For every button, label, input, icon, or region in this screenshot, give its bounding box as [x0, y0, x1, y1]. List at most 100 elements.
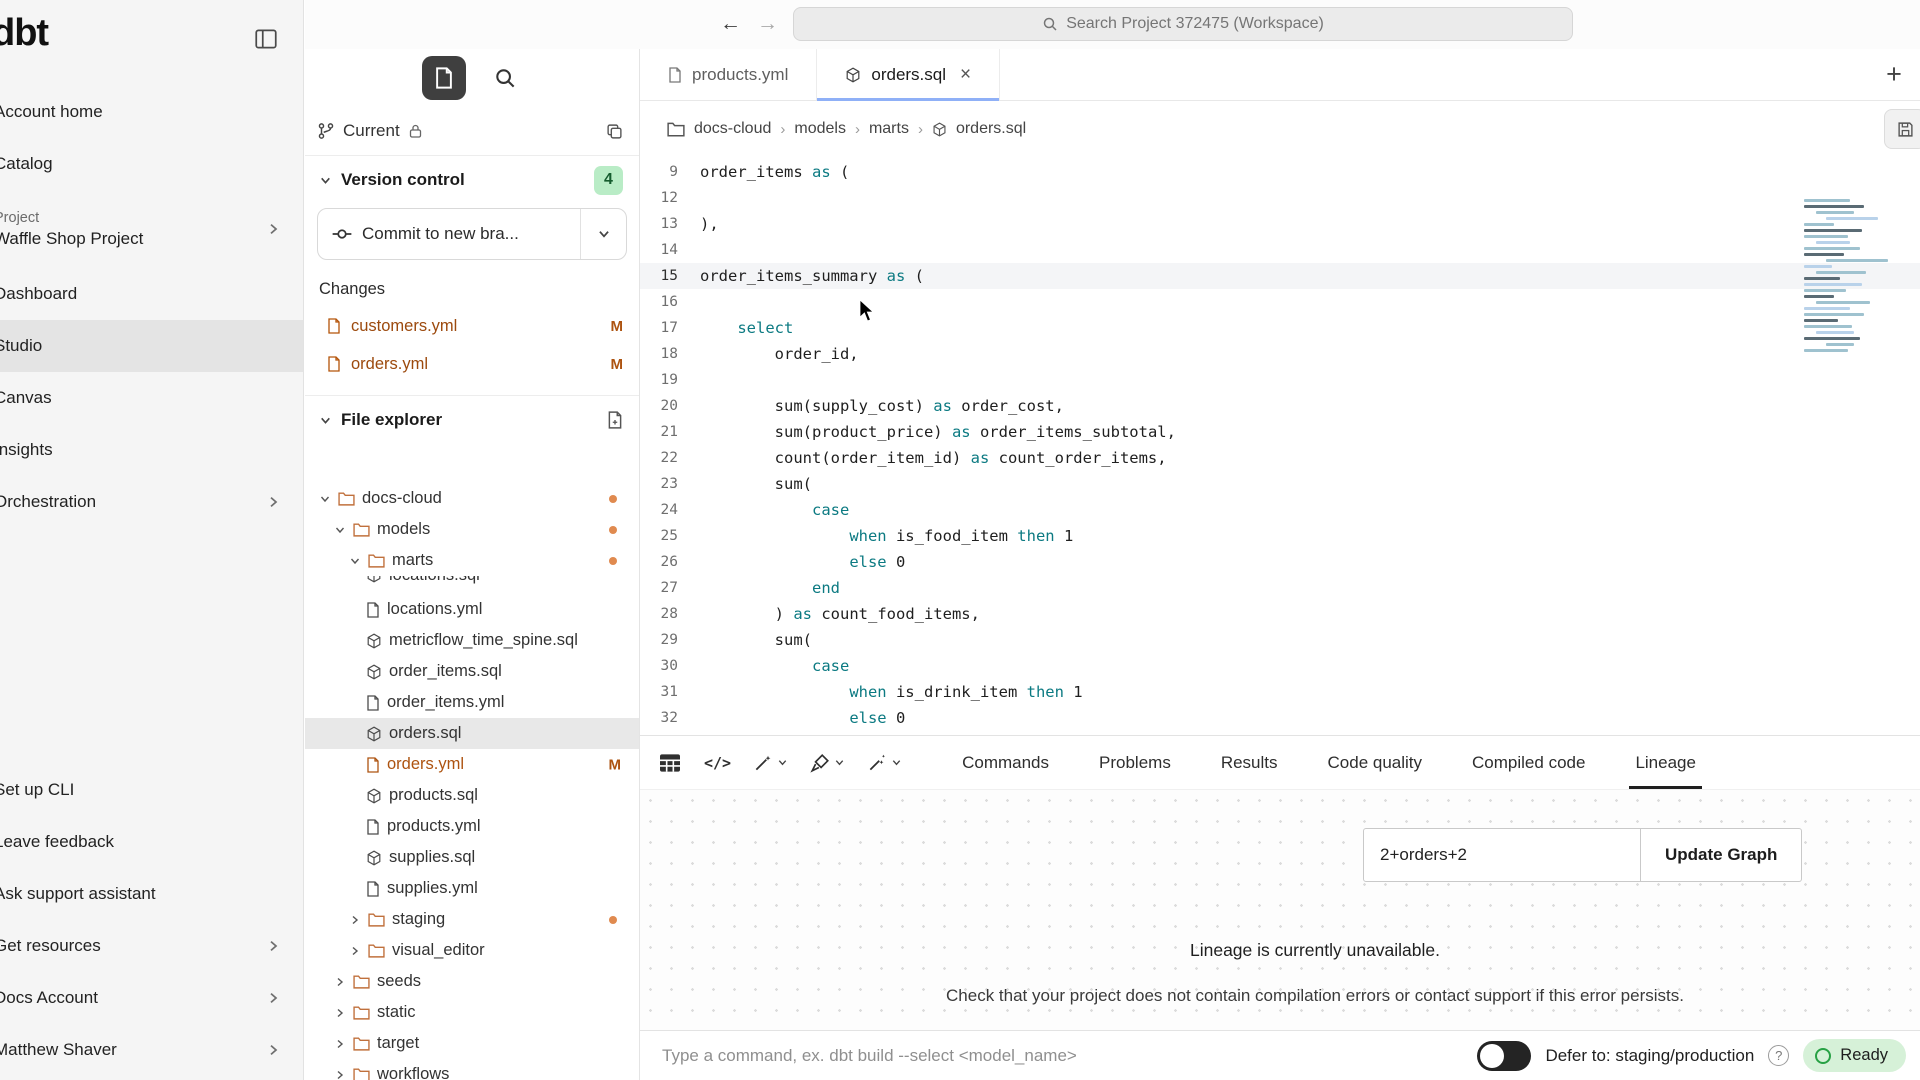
tree-item-seeds[interactable]: seeds — [305, 966, 639, 997]
code-line-28[interactable]: 28 ) as count_food_items, — [640, 601, 1920, 627]
sidebar-item-docs-account[interactable]: Docs Account — [0, 972, 303, 1024]
commit-button[interactable]: Commit to new bra... — [317, 208, 627, 260]
code-line-21[interactable]: 21 sum(product_price) as order_items_sub… — [640, 419, 1920, 445]
new-file-icon[interactable] — [607, 411, 623, 429]
tree-item-supplies-sql[interactable]: supplies.sql — [305, 842, 639, 873]
sidebar-item-canvas[interactable]: Canvas — [0, 372, 303, 424]
code-icon[interactable]: </> — [700, 750, 735, 776]
tree-item-orders-sql[interactable]: orders.sql — [305, 718, 639, 749]
tree-item-staging[interactable]: staging — [305, 904, 639, 935]
copy-icon[interactable] — [606, 123, 623, 140]
code-editor[interactable]: 9order_items as (1213),1415order_items_s… — [640, 157, 1920, 735]
bottom-tab-lineage[interactable]: Lineage — [1635, 736, 1696, 789]
breadcrumb-item[interactable]: docs-cloud — [694, 120, 771, 138]
chevron-down-icon[interactable] — [349, 555, 361, 567]
tree-item-products-yml[interactable]: products.yml — [305, 811, 639, 842]
code-line-12[interactable]: 12 — [640, 185, 1920, 211]
command-input[interactable] — [640, 1031, 1477, 1080]
bottom-tab-commands[interactable]: Commands — [962, 736, 1049, 789]
help-icon[interactable]: ? — [1768, 1045, 1789, 1066]
version-control-header[interactable]: Version control 4 — [305, 156, 639, 204]
code-line-30[interactable]: 30 case — [640, 653, 1920, 679]
format-dropdown[interactable] — [806, 749, 849, 777]
sidebar-item-matthew-shaver[interactable]: Matthew Shaver — [0, 1024, 303, 1076]
tree-item-docs-cloud[interactable]: docs-cloud — [305, 483, 639, 514]
sidebar-item-catalog[interactable]: Catalog — [0, 138, 303, 190]
tree-item-visual-editor[interactable]: visual_editor — [305, 935, 639, 966]
code-line-25[interactable]: 25 when is_food_item then 1 — [640, 523, 1920, 549]
tree-item-products-sql[interactable]: products.sql — [305, 780, 639, 811]
code-line-23[interactable]: 23 sum( — [640, 471, 1920, 497]
bottom-tab-compiled-code[interactable]: Compiled code — [1472, 736, 1585, 789]
sidebar-item-orchestration[interactable]: Orchestration — [0, 476, 303, 528]
tree-item-target[interactable]: target — [305, 1028, 639, 1059]
collapse-sidebar-icon[interactable] — [253, 26, 279, 52]
breadcrumb-item[interactable]: marts — [869, 120, 909, 138]
changed-file-orders-yml[interactable]: orders.ymlM — [305, 345, 639, 383]
code-line-14[interactable]: 14 — [640, 237, 1920, 263]
chevron-right-icon[interactable] — [334, 1069, 346, 1080]
defer-toggle[interactable] — [1477, 1041, 1531, 1071]
sidebar-item-account-home[interactable]: Account home — [0, 86, 303, 138]
sidebar-item-get-resources[interactable]: Get resources — [0, 920, 303, 972]
code-line-17[interactable]: 17 select — [640, 315, 1920, 341]
bottom-tab-code-quality[interactable]: Code quality — [1328, 736, 1423, 789]
code-line-15[interactable]: 15order_items_summary as ( — [640, 263, 1920, 289]
sidebar-item-insights[interactable]: Insights — [0, 424, 303, 476]
search-view-button[interactable] — [488, 61, 522, 95]
tab-products-yml[interactable]: products.yml — [640, 49, 817, 100]
code-line-18[interactable]: 18 order_id, — [640, 341, 1920, 367]
chevron-right-icon[interactable] — [334, 1007, 346, 1019]
fix-dropdown[interactable] — [863, 749, 906, 777]
sidebar-item-ask-support-assistant[interactable]: Ask support assistant — [0, 868, 303, 920]
tree-item-locations-yml[interactable]: locations.yml — [305, 594, 639, 625]
bottom-tab-problems[interactable]: Problems — [1099, 736, 1171, 789]
preview-table-icon[interactable] — [654, 747, 686, 779]
commit-options-dropdown[interactable] — [580, 209, 626, 259]
minimap[interactable] — [1804, 199, 1892, 355]
code-line-16[interactable]: 16 — [640, 289, 1920, 315]
lineage-selector-input[interactable] — [1363, 828, 1641, 882]
chevron-right-icon[interactable] — [349, 914, 361, 926]
code-line-29[interactable]: 29 sum( — [640, 627, 1920, 653]
tree-item-static[interactable]: static — [305, 997, 639, 1028]
global-search-input[interactable]: Search Project 372475 (Workspace) — [793, 7, 1573, 41]
commit-button-main[interactable]: Commit to new bra... — [318, 209, 580, 259]
sidebar-item-set-up-cli[interactable]: Set up CLI — [0, 764, 303, 816]
branch-row[interactable]: Current — [305, 107, 639, 155]
tree-item-order-items-yml[interactable]: order_items.yml — [305, 687, 639, 718]
chevron-down-icon[interactable] — [334, 524, 346, 536]
chevron-right-icon[interactable] — [334, 976, 346, 988]
code-line-13[interactable]: 13), — [640, 211, 1920, 237]
code-line-9[interactable]: 9order_items as ( — [640, 159, 1920, 185]
code-line-19[interactable]: 19 — [640, 367, 1920, 393]
close-icon[interactable]: × — [960, 64, 971, 86]
back-arrow-icon[interactable]: ← — [720, 11, 741, 37]
code-line-24[interactable]: 24 case — [640, 497, 1920, 523]
code-line-26[interactable]: 26 else 0 — [640, 549, 1920, 575]
save-file-button[interactable] — [1884, 109, 1920, 149]
bottom-tab-results[interactable]: Results — [1221, 736, 1278, 789]
tree-item-orders-yml[interactable]: orders.ymlM — [305, 749, 639, 780]
chevron-right-icon[interactable] — [349, 945, 361, 957]
files-view-button[interactable] — [422, 56, 466, 100]
changed-file-customers-yml[interactable]: customers.ymlM — [305, 307, 639, 345]
tab-orders-sql[interactable]: orders.sql × — [817, 49, 1000, 100]
tree-item-order-items-sql[interactable]: order_items.sql — [305, 656, 639, 687]
code-line-32[interactable]: 32 else 0 — [640, 705, 1920, 731]
tree-item-workflows[interactable]: workflows — [305, 1059, 639, 1080]
chevron-down-icon[interactable] — [319, 493, 331, 505]
code-line-27[interactable]: 27 end — [640, 575, 1920, 601]
sidebar-item-studio[interactable]: Studio — [0, 320, 303, 372]
forward-arrow-icon[interactable]: → — [757, 11, 778, 37]
breadcrumb-item[interactable]: models — [794, 120, 846, 138]
sidebar-item-leave-feedback[interactable]: Leave feedback — [0, 816, 303, 868]
tree-item-metricflow-time-spine-sql[interactable]: metricflow_time_spine.sql — [305, 625, 639, 656]
sidebar-item-dashboard[interactable]: Dashboard — [0, 268, 303, 320]
tree-item-locations-sql[interactable]: locations.sql — [305, 576, 639, 594]
tree-item-supplies-yml[interactable]: supplies.yml — [305, 873, 639, 904]
tree-item-models[interactable]: models — [305, 514, 639, 545]
sidebar-item-project[interactable]: ProjectWaffle Shop Project — [0, 190, 303, 268]
update-graph-button[interactable]: Update Graph — [1641, 828, 1802, 882]
file-explorer-header[interactable]: File explorer — [305, 396, 639, 444]
